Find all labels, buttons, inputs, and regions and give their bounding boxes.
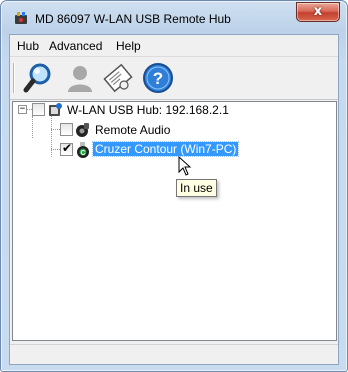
close-button[interactable]: x — [296, 2, 340, 22]
usb-drive-icon: C — [77, 142, 89, 158]
tree-node-remote-audio[interactable]: Remote Audio — [13, 122, 313, 138]
tree-node-hub[interactable]: − W-LAN USB Hub: 192.168.2.1 — [13, 102, 313, 118]
client-area: Hub Advanced Help ? − W-LAN USB Hub: 192… — [9, 34, 339, 365]
menu-bar: Hub Advanced Help — [10, 35, 338, 57]
hub-label: W-LAN USB Hub: 192.168.2.1 — [67, 103, 229, 117]
collapse-glyph: − — [19, 104, 26, 114]
svg-text:C: C — [80, 150, 85, 157]
cruzer-contour-label: Cruzer Contour (Win7-PC) — [91, 141, 240, 157]
hub-checkbox[interactable] — [32, 103, 45, 116]
menu-advanced[interactable]: Advanced — [49, 39, 102, 53]
title-bar[interactable]: MD 86097 W-LAN USB Remote Hub x — [1, 1, 347, 34]
collapse-toggle[interactable]: − — [18, 105, 27, 114]
remote-audio-label: Remote Audio — [95, 123, 171, 137]
in-use-tooltip: In use — [176, 179, 217, 197]
mouse-cursor-icon — [178, 156, 192, 176]
window-title: MD 86097 W-LAN USB Remote Hub — [35, 12, 231, 26]
status-bar — [10, 344, 338, 364]
help-icon[interactable]: ? — [141, 61, 175, 95]
menu-hub[interactable]: Hub — [17, 39, 39, 53]
checkmark-icon: ✔ — [62, 141, 73, 155]
close-icon: x — [313, 4, 323, 19]
toolbar: ? — [10, 58, 338, 100]
audio-device-icon — [76, 123, 89, 137]
tree-node-cruzer-contour[interactable]: ✔ C Cruzer Contour (Win7-PC) — [13, 141, 313, 158]
toolbar-grip — [13, 63, 15, 93]
usb-hub-app-icon — [15, 12, 27, 24]
hub-device-icon — [49, 103, 62, 116]
svg-text:?: ? — [153, 69, 163, 88]
certificate-icon[interactable] — [101, 61, 135, 95]
magnifier-icon[interactable] — [22, 61, 56, 95]
user-icon[interactable] — [63, 61, 97, 95]
cruzer-contour-checkbox[interactable]: ✔ — [60, 141, 73, 156]
device-tree[interactable]: − W-LAN USB Hub: 192.168.2.1 Remote Audi… — [12, 101, 337, 341]
remote-audio-checkbox[interactable] — [60, 123, 73, 136]
app-window: MD 86097 W-LAN USB Remote Hub x Hub Adva… — [0, 0, 348, 372]
menu-help[interactable]: Help — [116, 39, 141, 53]
